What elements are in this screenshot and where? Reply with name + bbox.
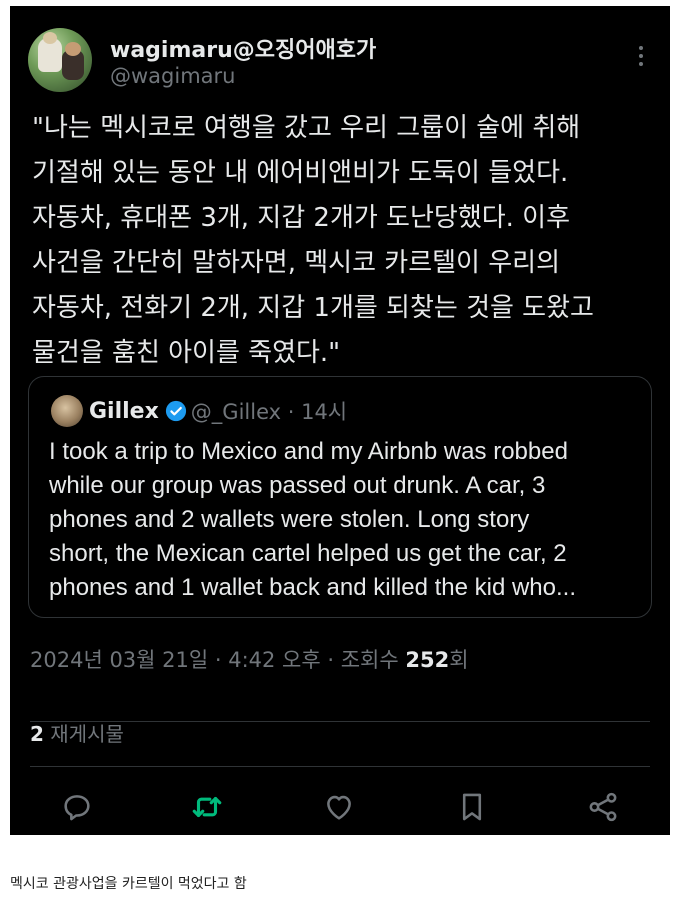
tweet-screenshot: wagimaru@오징어애호가 @wagimaru "나는 멕시코로 여행을 갔… — [10, 6, 670, 835]
share-icon[interactable] — [586, 790, 620, 824]
repost-count: 2 — [30, 722, 44, 746]
views-suffix: 회 — [449, 648, 469, 672]
author-handle[interactable]: @wagimaru — [110, 64, 235, 88]
quoted-tweet[interactable]: Gillex @_Gillex · 14시 I took a trip to Me… — [28, 376, 652, 618]
quoted-tweet-header: Gillex @_Gillex · 14시 — [51, 395, 631, 427]
author-avatar[interactable] — [28, 28, 92, 92]
bookmark-icon[interactable] — [455, 790, 489, 824]
quoted-author-name: Gillex — [89, 398, 159, 424]
timestamp-text: 2024년 03월 21일 · 4:42 오후 · 조회수 — [30, 648, 406, 672]
tweet-text: "나는 멕시코로 여행을 갔고 우리 그룹이 술에 취해 기절해 있는 동안 내… — [32, 113, 594, 368]
post-caption: 멕시코 관광사업을 카르텔이 먹었다고 함 — [10, 876, 247, 892]
divider — [30, 766, 650, 767]
repost-label: 재게시물 — [43, 722, 124, 746]
repost-icon[interactable] — [190, 790, 224, 824]
repost-stats[interactable]: 2 재게시물 — [30, 718, 124, 747]
quoted-author-avatar — [51, 395, 83, 427]
tweet-header: wagimaru@오징어애호가 @wagimaru — [28, 28, 652, 98]
author-display-name[interactable]: wagimaru@오징어애호가 — [110, 32, 376, 64]
reply-icon[interactable] — [60, 790, 94, 824]
tweet-actions-bar — [10, 786, 670, 830]
like-icon[interactable] — [322, 790, 356, 824]
quoted-author-handle-time: @_Gillex · 14시 — [190, 400, 348, 424]
more-options-icon[interactable] — [636, 46, 646, 74]
verified-badge-icon — [165, 400, 186, 422]
quoted-tweet-text: I took a trip to Mexico and my Airbnb wa… — [49, 438, 577, 601]
tweet-timestamp: 2024년 03월 21일 · 4:42 오후 · 조회수 252회 — [30, 644, 469, 674]
views-count: 252 — [405, 648, 450, 672]
